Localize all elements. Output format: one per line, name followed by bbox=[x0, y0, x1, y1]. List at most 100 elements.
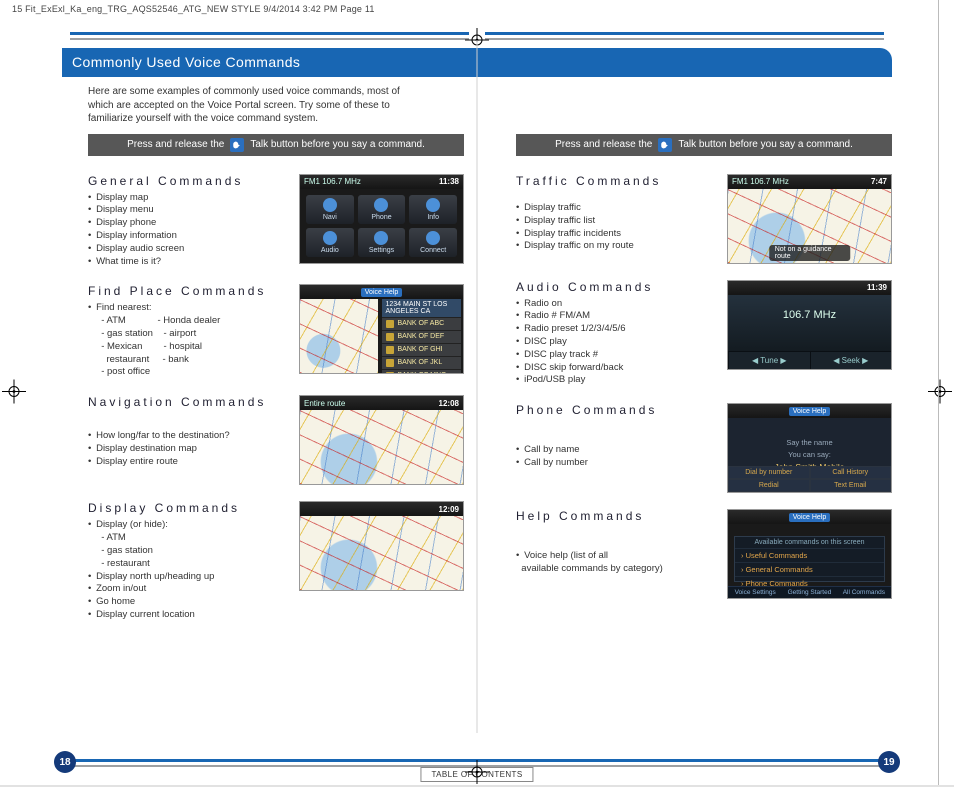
tile-label: Phone bbox=[371, 214, 391, 221]
command-group-title: Help Commands bbox=[516, 509, 717, 546]
phone-button: Call History bbox=[810, 466, 892, 479]
place-name: BANK OF ABC bbox=[398, 320, 445, 328]
audio-button: ◀ Seek ▶ bbox=[810, 351, 892, 369]
command-item: - restaurant bbox=[88, 558, 289, 571]
tile-label: Info bbox=[427, 214, 439, 221]
command-list: Voice help (list of all available comman… bbox=[516, 550, 717, 599]
screen-statusbar: Voice Help bbox=[728, 404, 891, 418]
command-item: Zoom in/out bbox=[88, 583, 289, 596]
command-item: Display entire route bbox=[88, 456, 289, 469]
help-bottom-button: Voice Settings bbox=[728, 586, 782, 598]
voice-help-pill: Voice Help bbox=[789, 513, 830, 522]
bank-icon bbox=[386, 333, 394, 341]
command-item: - ATM bbox=[88, 532, 289, 545]
status-source: FM1 106.7 MHz bbox=[304, 177, 361, 186]
command-group: Traffic CommandsDisplay trafficDisplay t… bbox=[516, 160, 892, 266]
help-row: › Useful Commands bbox=[735, 548, 884, 562]
screen-mock: Voice Help Available commands on this scr… bbox=[727, 509, 892, 599]
talk-icon bbox=[658, 138, 672, 152]
press-text-post: Talk button before you say a command. bbox=[678, 139, 853, 150]
command-item: Display audio screen bbox=[88, 243, 289, 256]
screen-statusbar: FM1 106.7 MHz 7:47 bbox=[728, 175, 891, 189]
screen-tile: Navi bbox=[306, 195, 354, 224]
screen-mock: FM1 106.7 MHz11:38 Navi Phone Info AudioSett… bbox=[299, 174, 464, 264]
command-item: iPod/USB play bbox=[516, 374, 717, 387]
command-group-title: Display Commands bbox=[88, 501, 289, 515]
tile-icon bbox=[323, 231, 337, 245]
screen-statusbar: 11:39 bbox=[728, 281, 891, 295]
tile-label: Navi bbox=[323, 214, 337, 221]
place-row: BANK OF MNO bbox=[382, 369, 462, 374]
phone-button: Text Email bbox=[810, 479, 892, 492]
left-column: General Commands Display mapDisplay menu D… bbox=[88, 160, 464, 624]
command-item: Display traffic on my route bbox=[516, 240, 717, 253]
command-item: Display destination map bbox=[88, 443, 289, 456]
bank-icon bbox=[386, 320, 394, 328]
section-title: Commonly Used Voice Commands bbox=[72, 54, 300, 70]
place-row: BANK OF ABC bbox=[382, 317, 462, 330]
command-group-title: General Commands bbox=[88, 174, 289, 188]
screen-mock: FM1 106.7 MHz7:47Not on a guidance route bbox=[727, 174, 892, 264]
audio-frequency: 106.7 MHz bbox=[728, 295, 891, 321]
audio-button: ◀ Tune ▶ bbox=[728, 351, 810, 369]
command-item: Display map bbox=[88, 192, 289, 205]
command-list: Display (or hide): - ATM - gas station -… bbox=[88, 519, 289, 622]
command-group-title: Navigation Commands bbox=[88, 395, 289, 426]
place-name: BANK OF GHI bbox=[398, 346, 443, 354]
command-item: DISC play track # bbox=[516, 349, 717, 362]
imposition-text: 15 Fit_ExExl_Ka_eng_TRG_AQS52546_ATG_NEW… bbox=[12, 4, 375, 14]
command-item: Display traffic bbox=[516, 202, 717, 215]
page-number-left: 18 bbox=[54, 751, 76, 773]
status-source: FM1 106.7 MHz bbox=[732, 177, 789, 186]
screen-mock: Voice HelpSay the nameYou can say:John S… bbox=[727, 403, 892, 493]
place-name: BANK OF DEF bbox=[398, 333, 445, 341]
command-item: Radio # FM/AM bbox=[516, 310, 717, 323]
place-name: BANK OF JKL bbox=[398, 359, 443, 367]
phone-button: Dial by number bbox=[728, 466, 810, 479]
place-address: 1234 MAIN ST LOS ANGELES CA bbox=[382, 299, 462, 317]
screen-mock: 12:09 bbox=[299, 501, 464, 591]
command-item: - ATM - Honda dealer bbox=[88, 315, 289, 328]
command-group-title: Traffic Commands bbox=[516, 174, 717, 198]
status-source: Entire route bbox=[304, 399, 345, 408]
screen-tile: Audio bbox=[306, 228, 354, 257]
phone-button: Redial bbox=[728, 479, 810, 492]
command-group: Help Commands Voice help (list of all ava… bbox=[516, 495, 892, 601]
help-row: › General Commands bbox=[735, 562, 884, 576]
crop-guide-right bbox=[938, 0, 954, 785]
press-text-pre: Press and release the bbox=[555, 139, 652, 150]
command-group-title: Audio Commands bbox=[516, 280, 717, 294]
command-item: What time is it? bbox=[88, 256, 289, 269]
place-row: BANK OF GHI bbox=[382, 343, 462, 356]
registration-mark-left bbox=[2, 379, 26, 406]
command-item: Display menu bbox=[88, 204, 289, 217]
command-group-title: Find Place Commands bbox=[88, 284, 289, 298]
tile-label: Connect bbox=[420, 247, 446, 254]
status-clock: 12:09 bbox=[439, 505, 459, 514]
voice-help-pill: Voice Help bbox=[361, 288, 402, 297]
screen-statusbar: FM1 106.7 MHz11:38 bbox=[300, 175, 463, 189]
page-footer: 18 19 TABLE OF CONTENTS bbox=[0, 747, 954, 785]
page-gutter bbox=[477, 40, 478, 733]
command-item: Radio on bbox=[516, 298, 717, 311]
press-text-pre: Press and release the bbox=[127, 139, 224, 150]
command-group: Audio CommandsRadio onRadio # FM/AMRadio… bbox=[516, 266, 892, 390]
command-item: Call by number bbox=[516, 457, 717, 470]
command-group-title: Phone Commands bbox=[516, 403, 717, 440]
voice-help-pill: Voice Help bbox=[789, 407, 830, 416]
command-item: Display information bbox=[88, 230, 289, 243]
place-row: BANK OF JKL bbox=[382, 356, 462, 369]
status-clock: 7:47 bbox=[871, 177, 887, 186]
press-bar-right: Press and release the Talk button before… bbox=[516, 134, 892, 156]
command-list: Call by nameCall by number bbox=[516, 444, 717, 493]
command-group: Find Place CommandsFind nearest: - ATM -… bbox=[88, 270, 464, 381]
command-item: Go home bbox=[88, 596, 289, 609]
place-row: BANK OF DEF bbox=[382, 330, 462, 343]
help-bottom-button: All Commands bbox=[837, 586, 891, 598]
screen-tile: Settings bbox=[358, 228, 406, 257]
phone-prompt: You can say: bbox=[788, 450, 831, 459]
page-number-right: 19 bbox=[878, 751, 900, 773]
command-list: Display trafficDisplay traffic listDispl… bbox=[516, 202, 717, 264]
help-header: Available commands on this screen bbox=[735, 537, 884, 548]
bank-icon bbox=[386, 359, 394, 367]
